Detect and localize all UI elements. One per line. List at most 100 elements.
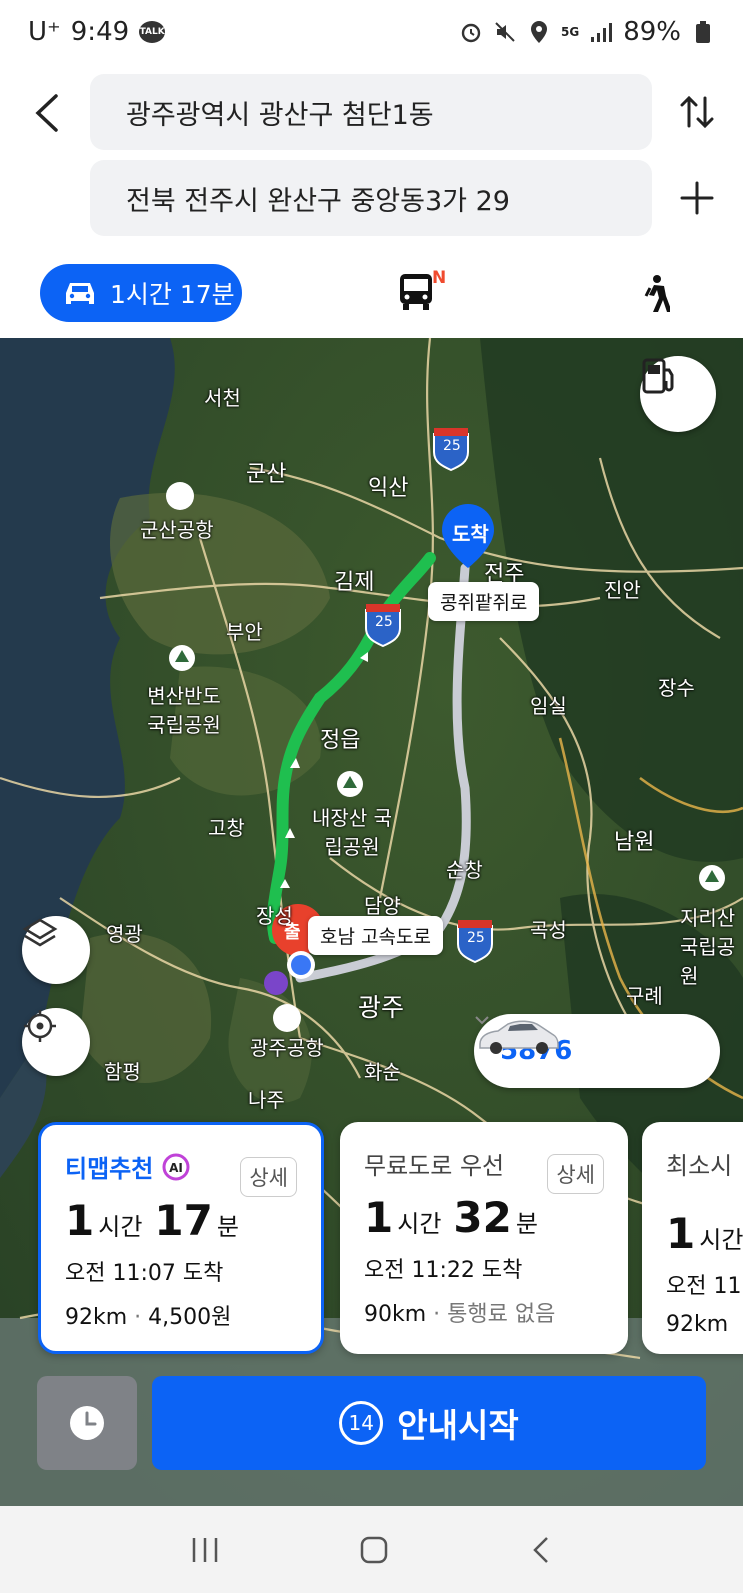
map-label: 임실	[530, 694, 567, 718]
vehicle-selector[interactable]: 5876	[474, 1014, 720, 1088]
road-tag: 콩쥐팥쥐로	[428, 582, 540, 621]
route-hours-unit: 시간	[397, 1210, 442, 1238]
network-type-icon: 5G	[561, 24, 580, 39]
kakaotalk-icon: TALK	[139, 21, 166, 43]
layers-icon	[22, 918, 58, 947]
gas-station-button[interactable]	[640, 356, 716, 432]
map-label: 광주	[358, 993, 405, 1022]
route-hours-unit: 시간	[98, 1213, 143, 1241]
map-label: 영광	[106, 922, 143, 946]
crosshair-icon	[24, 1010, 56, 1042]
map-label: 장수	[658, 676, 695, 700]
detail-button[interactable]: 상세	[547, 1154, 604, 1194]
system-nav-bar	[0, 1506, 743, 1593]
route-card-minimum[interactable]: 최소시 1 시간 오전 11 92km	[642, 1122, 743, 1354]
route-distance: 90km	[364, 1302, 427, 1327]
route-hours: 1	[666, 1209, 696, 1258]
map-label: 순창	[446, 858, 483, 882]
origin-field[interactable]: 광주광역시 광산구 첨단1동	[90, 74, 652, 150]
departure-time-button[interactable]	[37, 1376, 137, 1470]
arrival-time: 오전 11	[666, 1274, 742, 1299]
route-minutes-unit: 분	[216, 1213, 239, 1241]
highway-shield-number: 25	[467, 930, 485, 946]
battery-icon	[691, 20, 715, 44]
map-label: 정읍	[320, 728, 361, 753]
map-label: 나주	[248, 1088, 285, 1112]
clock-icon	[70, 1406, 104, 1440]
map-layers-button[interactable]	[22, 916, 90, 984]
recent-apps-icon[interactable]	[190, 1536, 220, 1564]
start-guidance-button[interactable]: 14 안내시작	[152, 1376, 706, 1470]
road-tag: 호남 고속도로	[308, 916, 443, 955]
map-label: 김제	[334, 570, 375, 595]
map-label: 함평	[104, 1060, 141, 1084]
destination-pin-label: 도착	[452, 522, 489, 546]
start-pin-label: 출	[284, 922, 301, 943]
car-icon	[66, 283, 94, 304]
route-minutes: 32	[453, 1193, 512, 1242]
route-title: 최소시	[666, 1152, 733, 1180]
tab-transit[interactable]: N	[398, 268, 452, 316]
current-location-button[interactable]	[22, 1008, 90, 1076]
route-minutes-unit: 분	[515, 1210, 538, 1238]
route-hours: 1	[364, 1193, 394, 1242]
car-duration: 1시간 17분	[110, 280, 235, 309]
home-icon[interactable]	[359, 1535, 389, 1565]
start-guidance-label: 안내시작	[397, 1406, 519, 1445]
map-label: 진안	[604, 578, 641, 602]
tab-car[interactable]: 1시간 17분	[40, 264, 242, 322]
svg-text:AI: AI	[169, 1161, 183, 1175]
back-button[interactable]	[28, 88, 68, 138]
arrival-time: 오전 11:22 도착	[364, 1258, 523, 1283]
swap-arrows-icon	[680, 95, 714, 129]
highway-shield-number: 25	[375, 614, 393, 630]
map-label: 익산	[368, 476, 409, 501]
map-label: 변산반도 국립공원	[147, 684, 221, 737]
map-label: 곡성	[530, 918, 567, 942]
add-waypoint-button[interactable]	[673, 174, 721, 222]
chevron-left-icon	[35, 94, 58, 132]
alarm-icon	[459, 20, 483, 44]
chevron-down-icon	[475, 1016, 489, 1025]
battery-level: 89%	[623, 17, 681, 47]
map-label: 구례	[626, 984, 663, 1008]
arrival-time: 오전 11:07 도착	[65, 1261, 224, 1286]
route-title: 무료도로 우선	[364, 1152, 505, 1180]
tab-walk[interactable]	[640, 274, 672, 314]
location-icon	[527, 20, 551, 44]
back-nav-icon[interactable]	[529, 1535, 553, 1565]
ai-badge-icon: AI	[162, 1153, 190, 1180]
route-minutes: 17	[154, 1196, 213, 1245]
map-label: 광주공항	[250, 1036, 324, 1060]
bus-icon	[400, 274, 432, 310]
map-label: 부안	[226, 620, 263, 644]
status-bar: U⁺ 9:49 TALK 5G 89%	[0, 0, 743, 64]
route-card-recommended[interactable]: 티맵추천 AI 상세 1 시간 17 분 오전 11:07 도착 92km · …	[38, 1122, 324, 1354]
map-label: 군산공항	[140, 518, 214, 542]
walk-icon	[644, 275, 672, 312]
destination-field[interactable]: 전북 전주시 완산구 중앙동3가 29	[90, 160, 652, 236]
carrier-label: U⁺	[28, 17, 61, 47]
route-toll: 통행료 없음	[447, 1302, 556, 1327]
map-label: 담양	[364, 894, 401, 918]
route-distance: 92km	[65, 1305, 128, 1330]
gas-pump-icon	[642, 358, 674, 394]
detail-button[interactable]: 상세	[240, 1157, 297, 1197]
mute-icon	[493, 20, 517, 44]
map-label: 화순	[364, 1060, 401, 1084]
swap-button[interactable]	[673, 88, 721, 136]
map-label: 고창	[208, 816, 245, 840]
map-label: 내장산 국립공원	[312, 806, 392, 859]
route-title: 티맵추천	[65, 1155, 154, 1183]
plus-icon	[680, 181, 714, 215]
highway-shield-number: 25	[443, 438, 461, 454]
new-badge: N	[432, 268, 447, 288]
map-label: 지리산 국립공원	[680, 906, 736, 988]
clock-time: 9:49	[70, 17, 130, 47]
route-card-free-road[interactable]: 무료도로 우선 상세 1 시간 32 분 오전 11:22 도착 90km · …	[340, 1122, 628, 1354]
route-hours-unit: 시간	[699, 1226, 743, 1254]
signal-icon	[589, 20, 613, 44]
route-toll: 4,500원	[148, 1305, 232, 1330]
guide-count-badge: 14	[339, 1401, 384, 1445]
map-label: 군산	[246, 462, 287, 487]
